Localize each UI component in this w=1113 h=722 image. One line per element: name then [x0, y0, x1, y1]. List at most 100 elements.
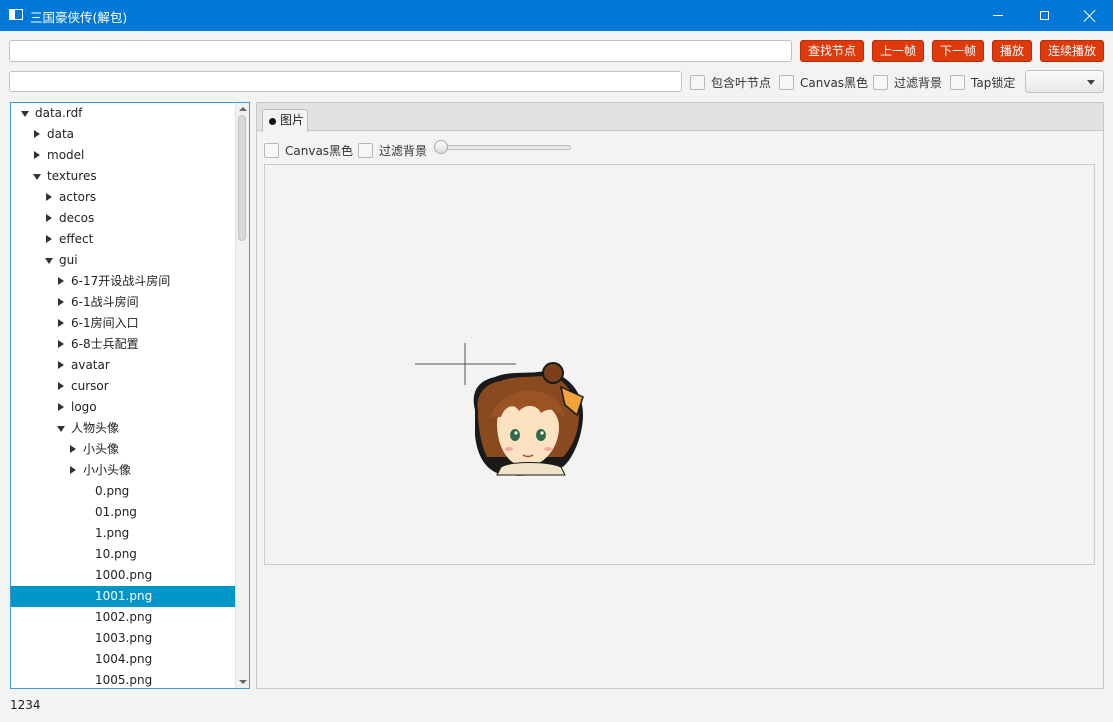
- collapsed-arrow-icon[interactable]: [70, 466, 76, 474]
- tree-row[interactable]: data.rdf: [11, 103, 237, 124]
- continuous-play-button[interactable]: 连续播放: [1040, 40, 1104, 62]
- tree-row[interactable]: 1002.png: [11, 607, 237, 628]
- checkbox-label: 包含叶节点: [711, 75, 772, 90]
- collapsed-arrow-icon[interactable]: [34, 130, 40, 138]
- tree-row[interactable]: gui: [11, 250, 237, 271]
- zoom-slider-thumb[interactable]: [434, 140, 448, 154]
- tree-row-label: actors: [59, 190, 97, 204]
- tree-row[interactable]: textures: [11, 166, 237, 187]
- collapsed-arrow-icon[interactable]: [58, 298, 64, 306]
- tree-row[interactable]: avatar: [11, 355, 237, 376]
- tree-row[interactable]: logo: [11, 397, 237, 418]
- tree-row[interactable]: 1003.png: [11, 628, 237, 649]
- checkbox-box[interactable]: [950, 74, 965, 90]
- tree-row[interactable]: model: [11, 145, 237, 166]
- play-button[interactable]: 播放: [992, 40, 1032, 62]
- title-bar: 三国豪侠传(解包): [0, 0, 1113, 31]
- close-button[interactable]: [1067, 0, 1113, 31]
- minimize-button[interactable]: [975, 0, 1021, 31]
- tree-row[interactable]: 人物头像: [11, 418, 237, 439]
- tree-row[interactable]: 6-17开设战斗房间: [11, 271, 237, 292]
- mode-select[interactable]: [1025, 70, 1104, 93]
- find-node-button[interactable]: 查找节点: [800, 40, 864, 62]
- zoom-slider-track[interactable]: [440, 145, 571, 150]
- image-canvas[interactable]: [264, 164, 1095, 565]
- tree-row[interactable]: 10.png: [11, 544, 237, 565]
- tab-image[interactable]: 图片: [262, 109, 308, 132]
- collapsed-arrow-icon[interactable]: [34, 151, 40, 159]
- tree-row[interactable]: 6-8士兵配置: [11, 334, 237, 355]
- tree-row[interactable]: 1004.png: [11, 649, 237, 670]
- expanded-arrow-icon[interactable]: [33, 174, 41, 180]
- tree-row-label: 01.png: [95, 505, 137, 519]
- expanded-arrow-icon[interactable]: [45, 258, 53, 264]
- scroll-up-icon[interactable]: [239, 107, 247, 111]
- canvas-black-checkbox[interactable]: Canvas黑色: [779, 72, 868, 92]
- tree-row-label: 6-8士兵配置: [71, 337, 139, 351]
- collapsed-arrow-icon[interactable]: [58, 340, 64, 348]
- tree-row-label: 1004.png: [95, 652, 153, 666]
- collapsed-arrow-icon[interactable]: [70, 445, 76, 453]
- tree-row-label: effect: [59, 232, 94, 246]
- tree-row[interactable]: 1.png: [11, 523, 237, 544]
- expanded-arrow-icon[interactable]: [57, 426, 65, 432]
- tree-row-label: logo: [71, 400, 97, 414]
- collapsed-arrow-icon[interactable]: [46, 214, 52, 222]
- collapsed-arrow-icon[interactable]: [58, 277, 64, 285]
- collapsed-arrow-icon[interactable]: [46, 193, 52, 201]
- tree-row[interactable]: effect: [11, 229, 237, 250]
- chevron-down-icon: [1087, 80, 1095, 85]
- checkbox-box[interactable]: [264, 142, 279, 158]
- tree-row-label: cursor: [71, 379, 109, 393]
- tree-scrollbar[interactable]: [235, 103, 249, 688]
- checkbox-box[interactable]: [358, 142, 373, 158]
- tree-row[interactable]: cursor: [11, 376, 237, 397]
- tree-row[interactable]: 1001.png: [11, 586, 237, 607]
- tap-lock-checkbox[interactable]: Tap锁定: [950, 72, 1015, 92]
- path-input[interactable]: [9, 71, 682, 92]
- checkbox-box[interactable]: [690, 74, 705, 90]
- collapsed-arrow-icon[interactable]: [58, 382, 64, 390]
- viewer-panel: 图片 Canvas黑色 过滤背景: [256, 102, 1104, 689]
- scroll-thumb[interactable]: [238, 115, 246, 241]
- checkbox-box[interactable]: [779, 74, 794, 90]
- tree-row[interactable]: 6-1房间入口: [11, 313, 237, 334]
- tree-row-label: gui: [59, 253, 78, 267]
- tree-row[interactable]: 6-1战斗房间: [11, 292, 237, 313]
- window-title: 三国豪侠传(解包): [30, 10, 128, 25]
- maximize-button[interactable]: [1021, 0, 1067, 31]
- maximize-icon: [1039, 11, 1049, 20]
- tree-row[interactable]: 0.png: [11, 481, 237, 502]
- prev-frame-button[interactable]: 上一帧: [872, 40, 924, 62]
- tree-row[interactable]: 1000.png: [11, 565, 237, 586]
- checkbox-box[interactable]: [873, 74, 888, 90]
- tree-view[interactable]: data.rdf data model textures actors decos effe…: [10, 102, 250, 689]
- collapsed-arrow-icon[interactable]: [46, 235, 52, 243]
- collapsed-arrow-icon[interactable]: [58, 319, 64, 327]
- collapsed-arrow-icon[interactable]: [58, 403, 64, 411]
- include-leaf-checkbox[interactable]: 包含叶节点: [690, 72, 771, 92]
- collapsed-arrow-icon[interactable]: [58, 361, 64, 369]
- checkbox-label: 过滤背景: [379, 143, 428, 158]
- search-input[interactable]: [9, 40, 792, 62]
- tree-row[interactable]: decos: [11, 208, 237, 229]
- tree-row-label: 小小头像: [83, 463, 132, 477]
- tree-row[interactable]: data: [11, 124, 237, 145]
- next-frame-button[interactable]: 下一帧: [932, 40, 984, 62]
- app-icon: [9, 9, 23, 20]
- tree-row[interactable]: 1005.png: [11, 670, 237, 688]
- checkbox-label: Canvas黑色: [285, 143, 354, 158]
- tree-row-label: data: [47, 127, 75, 141]
- viewer-canvas-black-checkbox[interactable]: Canvas黑色: [264, 140, 353, 160]
- expanded-arrow-icon[interactable]: [21, 111, 29, 117]
- filter-bg-checkbox[interactable]: 过滤背景: [873, 72, 942, 92]
- tree-row[interactable]: 小头像: [11, 439, 237, 460]
- viewer-filter-bg-checkbox[interactable]: 过滤背景: [358, 140, 427, 160]
- tree-row[interactable]: actors: [11, 187, 237, 208]
- tree-row[interactable]: 小小头像: [11, 460, 237, 481]
- tab-label: 图片: [280, 113, 305, 127]
- tree-row[interactable]: 01.png: [11, 502, 237, 523]
- tree-row-label: 1002.png: [95, 610, 153, 624]
- tree-row-label: model: [47, 148, 85, 162]
- scroll-down-icon[interactable]: [239, 680, 247, 684]
